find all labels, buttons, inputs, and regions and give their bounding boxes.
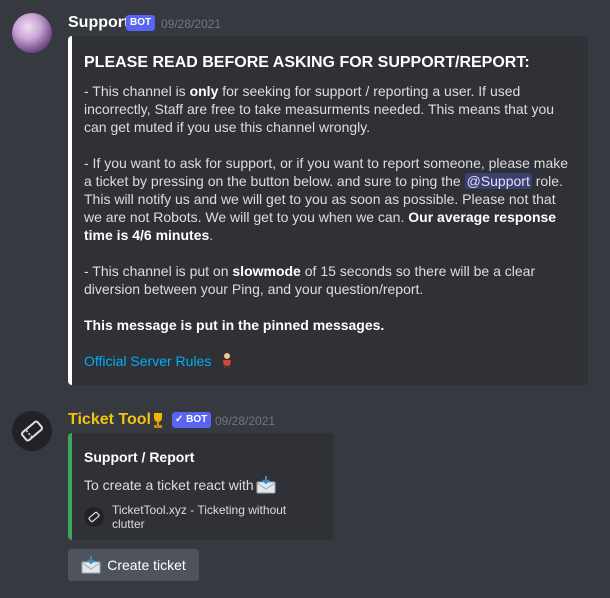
embed-footer: TicketTool.xyz - Ticketing without clutt…: [84, 503, 322, 531]
envelope-arrow-icon: [81, 556, 101, 574]
avatar[interactable]: [12, 13, 52, 53]
trophy-icon: [150, 411, 166, 434]
author-name[interactable]: Ticket Tool: [68, 411, 151, 429]
ticket-icon: [20, 420, 44, 442]
role-mention[interactable]: @Support: [464, 173, 532, 189]
embed-paragraph: - This channel is only for seeking for s…: [84, 83, 555, 135]
ticket-icon: [84, 507, 104, 527]
bot-badge: BOT: [126, 15, 156, 31]
embed-description: To create a ticket react with: [84, 476, 322, 494]
button-label: Create ticket: [107, 557, 186, 573]
create-ticket-button[interactable]: Create ticket: [68, 549, 199, 581]
avatar[interactable]: [12, 411, 52, 451]
ticket-embed: Support / Report To create a ticket reac…: [68, 433, 334, 540]
rules-link[interactable]: Official Server Rules: [84, 353, 211, 369]
envelope-arrow-icon: [256, 476, 276, 494]
embed-paragraph: - If you want to ask for support, or if …: [84, 155, 569, 243]
embed-title: Support / Report: [84, 449, 195, 465]
check-icon: ✓: [175, 414, 187, 425]
author-name[interactable]: Support: [68, 14, 129, 32]
timestamp: 09/28/2021: [215, 414, 276, 428]
embed-paragraph: - This channel is put on slowmode of 15 …: [84, 263, 536, 297]
timestamp: 09/28/2021: [161, 17, 222, 31]
embed-paragraph: This message is put in the pinned messag…: [84, 317, 385, 333]
verified-bot-badge: ✓ BOT: [172, 412, 212, 428]
embed-title: PLEASE READ BEFORE ASKING FOR SUPPORT/RE…: [84, 54, 530, 71]
embed-link-row: Official Server Rules: [84, 352, 574, 372]
person-emoji-icon: [219, 352, 235, 372]
rules-embed: PLEASE READ BEFORE ASKING FOR SUPPORT/RE…: [68, 36, 588, 385]
